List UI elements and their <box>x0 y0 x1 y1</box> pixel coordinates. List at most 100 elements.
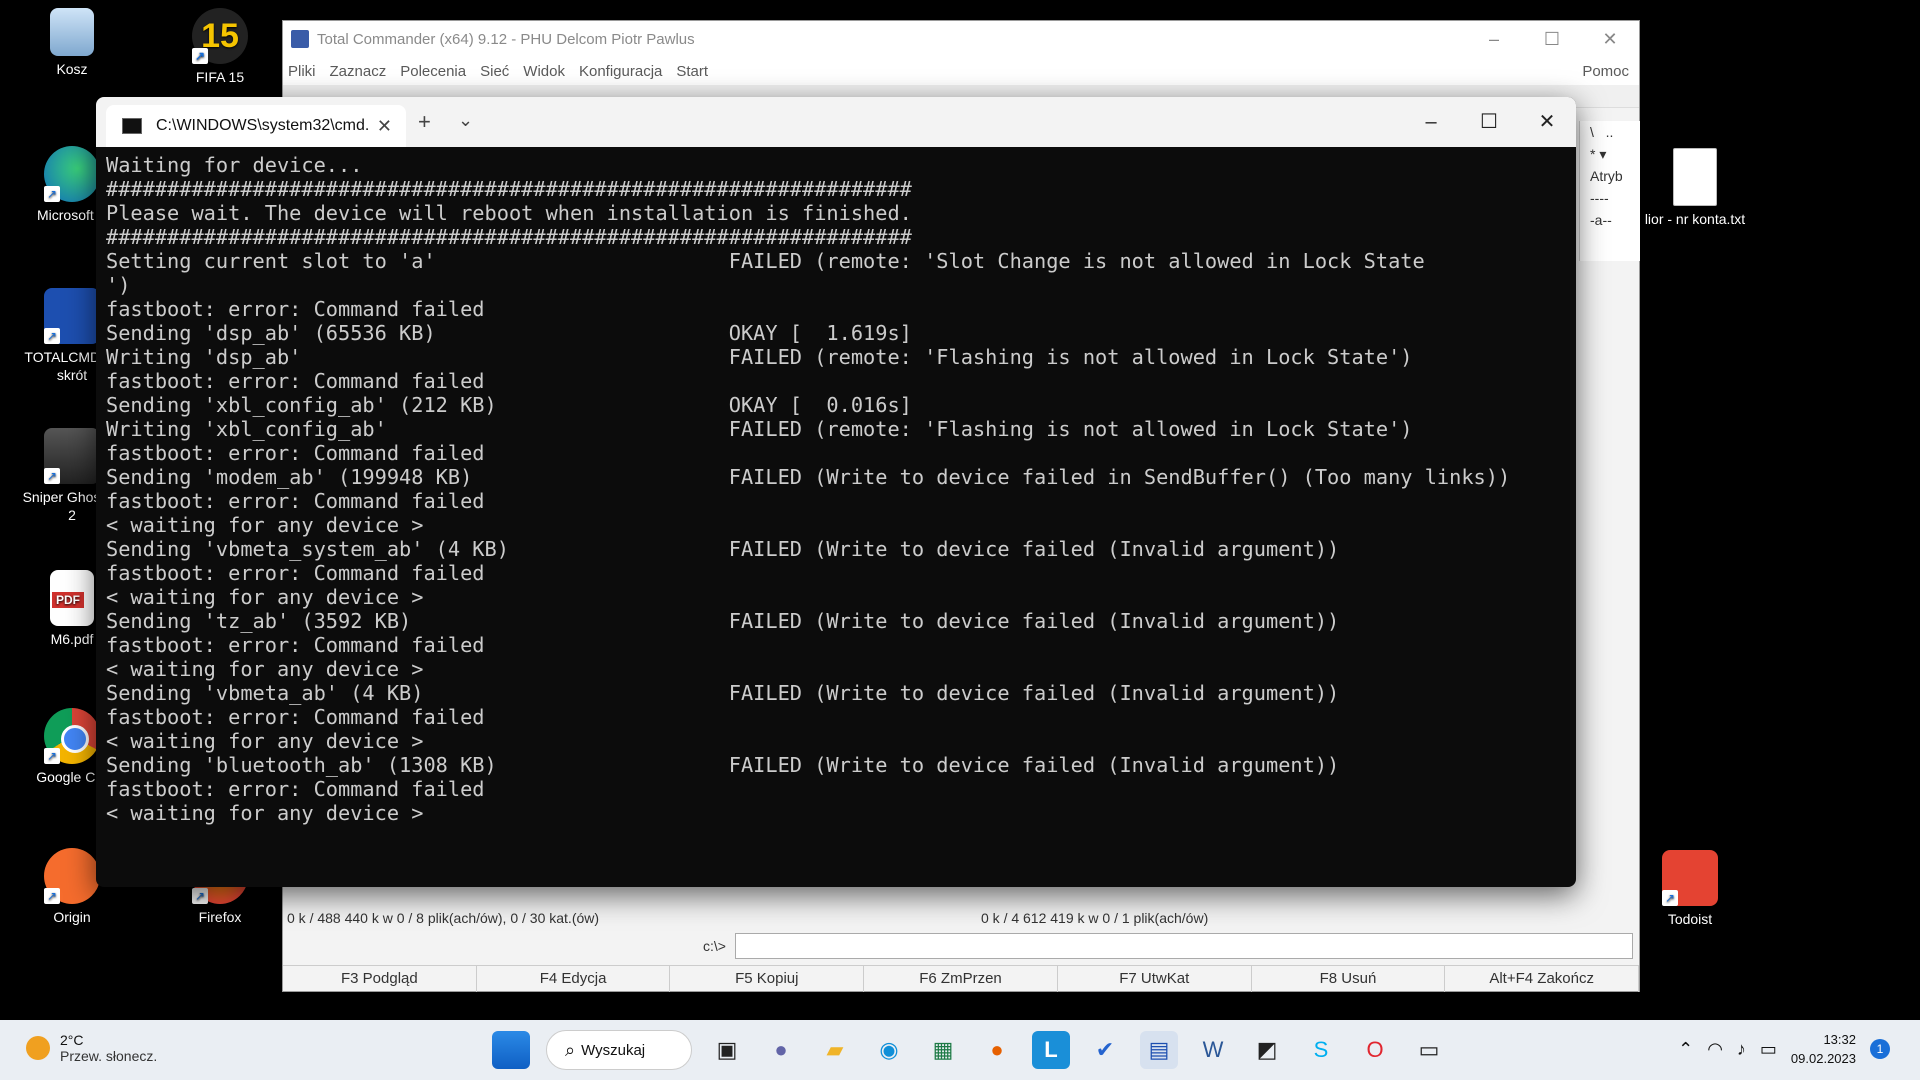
shortcut-arrow-icon: ↗ <box>44 468 60 484</box>
minimize-icon[interactable]: – <box>1402 97 1460 147</box>
menu-zaznacz[interactable]: Zaznacz <box>330 63 387 80</box>
notification-badge[interactable]: 1 <box>1870 1039 1890 1059</box>
terminal-line: fastboot: error: Command failed <box>106 705 485 729</box>
terminal-line: fastboot: error: Command failed <box>106 489 485 513</box>
desktop-icon-recycle-bin[interactable]: Kosz <box>22 8 122 78</box>
close-icon[interactable]: ✕ <box>1518 97 1576 147</box>
desktop-icon-fifa15[interactable]: 15 ↗ FIFA 15 <box>170 8 270 86</box>
chrome-icon: ↗ <box>44 708 100 764</box>
clock-date: 09.02.2023 <box>1790 1051 1856 1066</box>
edge-taskbar-icon[interactable]: ◉ <box>870 1031 908 1069</box>
left-panel-status: 0 k / 488 440 k w 0 / 8 plik(ach/ów), 0 … <box>287 910 600 926</box>
desktop-icon-label: Origin <box>53 909 91 925</box>
maximize-icon[interactable]: ☐ <box>1523 29 1581 50</box>
sticky-notes-icon[interactable]: ◩ <box>1248 1031 1286 1069</box>
terminal-line: Setting current slot to 'a' FAILED (remo… <box>106 249 1425 273</box>
terminal-output[interactable]: Waiting for device... ###################… <box>96 147 1576 825</box>
terminal-line: fastboot: error: Command failed <box>106 561 485 585</box>
fifa-icon: 15 ↗ <box>192 8 248 64</box>
terminal-line: Sending 'tz_ab' (3592 KB) FAILED (Write … <box>106 609 1340 633</box>
battery-icon[interactable]: ▭ <box>1760 1039 1777 1060</box>
column-header-attributes[interactable]: Atryb <box>1580 165 1640 187</box>
minimize-icon[interactable]: – <box>1465 29 1523 50</box>
terminal-tab[interactable]: C:\WINDOWS\system32\cmd. ✕ <box>106 105 406 147</box>
tc-title: Total Commander (x64) 9.12 - PHU Delcom … <box>317 30 695 48</box>
maximize-icon[interactable]: ☐ <box>1460 97 1518 147</box>
file-attr-2: -a-- <box>1590 212 1612 228</box>
desktop-icon-label: Todoist <box>1667 911 1713 927</box>
terminal-taskbar-icon[interactable]: ▭ <box>1410 1031 1448 1069</box>
terminal-line: < waiting for any device > <box>106 513 424 537</box>
terminal-line: fastboot: error: Command failed <box>106 777 485 801</box>
f8-delete-button[interactable]: F8 Usuń <box>1252 966 1446 992</box>
volume-icon[interactable]: ♪ <box>1737 1039 1746 1060</box>
file-explorer-icon[interactable]: ▰ <box>816 1031 854 1069</box>
menu-polecenia[interactable]: Polecenia <box>400 63 466 80</box>
tc-right-panel-edge[interactable]: \ .. * ▾ Atryb ---- -a-- <box>1579 121 1640 261</box>
weather-widget[interactable]: 2°C Przew. słonecz. <box>26 1032 157 1064</box>
panel-filter-dropdown[interactable]: * ▾ <box>1580 143 1640 165</box>
todo-check-icon[interactable]: ✔ <box>1086 1031 1124 1069</box>
task-view-icon[interactable]: ▣ <box>708 1031 746 1069</box>
command-line-input[interactable] <box>735 933 1633 959</box>
f5-copy-button[interactable]: F5 Kopiuj <box>670 966 865 992</box>
shortcut-arrow-icon: ↗ <box>44 888 60 904</box>
weather-description: Przew. słonecz. <box>60 1048 158 1064</box>
search-label: Wyszukaj <box>581 1041 646 1059</box>
new-tab-icon[interactable]: + <box>418 109 431 135</box>
cmd-icon <box>122 118 142 134</box>
terminal-line: Sending 'vbmeta_ab' (4 KB) FAILED (Write… <box>106 681 1340 705</box>
menu-konfiguracja[interactable]: Konfiguracja <box>579 63 662 80</box>
teams-chat-icon[interactable]: ● <box>762 1031 800 1069</box>
close-tab-icon[interactable]: ✕ <box>377 116 392 137</box>
menu-widok[interactable]: Widok <box>523 63 565 80</box>
taskbar-search-button[interactable]: ⌕ Wyszukaj <box>546 1030 692 1070</box>
terminal-tab-title: C:\WINDOWS\system32\cmd. <box>156 117 370 134</box>
terminal-title-bar[interactable]: C:\WINDOWS\system32\cmd. ✕ + ⌄ – ☐ ✕ <box>96 97 1576 147</box>
menu-pliki[interactable]: Pliki <box>288 63 316 80</box>
menu-pomoc[interactable]: Pomoc <box>1582 63 1629 80</box>
file-attr-1: ---- <box>1590 190 1609 206</box>
altf4-exit-button[interactable]: Alt+F4 Zakończ <box>1445 966 1640 992</box>
terminal-line: Sending 'bluetooth_ab' (1308 KB) FAILED … <box>106 753 1340 777</box>
word-icon[interactable]: W <box>1194 1031 1232 1069</box>
desktop-icon-txt-file[interactable]: lior - nr konta.txt <box>1640 148 1750 228</box>
terminal-line: Sending 'modem_ab' (199948 KB) FAILED (W… <box>106 465 1511 489</box>
excel-icon[interactable]: ▦ <box>924 1031 962 1069</box>
clock[interactable]: 13:32 09.02.2023 <box>1791 1030 1856 1068</box>
panel-path-up[interactable]: .. <box>1606 124 1614 140</box>
wifi-icon[interactable]: ◠ <box>1707 1039 1723 1060</box>
skype-icon[interactable]: S <box>1302 1031 1340 1069</box>
chevron-up-icon[interactable]: ⌃ <box>1678 1039 1693 1060</box>
terminal-window[interactable]: C:\WINDOWS\system32\cmd. ✕ + ⌄ – ☐ ✕ Wai… <box>96 97 1576 887</box>
libre-l-icon[interactable]: L <box>1032 1031 1070 1069</box>
chevron-down-icon[interactable]: ⌄ <box>458 110 473 131</box>
f4-edit-button[interactable]: F4 Edycja <box>477 966 671 992</box>
menu-siec[interactable]: Sieć <box>480 63 509 80</box>
firefox-taskbar-icon[interactable]: ● <box>978 1031 1016 1069</box>
close-icon[interactable]: ✕ <box>1581 29 1639 50</box>
clock-time: 13:32 <box>1823 1032 1856 1047</box>
desktop-icon-todoist[interactable]: ↗ Todoist <box>1640 850 1740 928</box>
shortcut-arrow-icon: ↗ <box>44 328 60 344</box>
shortcut-arrow-icon: ↗ <box>1662 890 1678 906</box>
windows-start-icon[interactable] <box>492 1031 530 1069</box>
terminal-line: Waiting for device... <box>106 153 363 177</box>
f3-view-button[interactable]: F3 Podgląd <box>283 966 477 992</box>
shortcut-arrow-icon: ↗ <box>44 186 60 202</box>
panel-path-root[interactable]: \ <box>1590 124 1594 140</box>
opera-icon[interactable]: O <box>1356 1031 1394 1069</box>
origin-icon: ↗ <box>44 848 100 904</box>
floppy-icon: ↗ <box>44 288 100 344</box>
menu-start[interactable]: Start <box>676 63 708 80</box>
totalcmd-taskbar-icon[interactable]: ▤ <box>1140 1031 1178 1069</box>
shortcut-arrow-icon: ↗ <box>192 48 208 64</box>
sniper-game-icon: ↗ <box>44 428 100 484</box>
weather-temperature: 2°C <box>60 1032 84 1048</box>
f7-mkdir-button[interactable]: F7 UtwKat <box>1058 966 1252 992</box>
tc-title-bar[interactable]: Total Commander (x64) 9.12 - PHU Delcom … <box>283 21 1639 57</box>
terminal-line: fastboot: error: Command failed <box>106 369 485 393</box>
function-key-bar: F3 Podgląd F4 Edycja F5 Kopiuj F6 ZmPrze… <box>283 965 1640 992</box>
terminal-line: Writing 'dsp_ab' FAILED (remote: 'Flashi… <box>106 345 1413 369</box>
f6-move-button[interactable]: F6 ZmPrzen <box>864 966 1058 992</box>
